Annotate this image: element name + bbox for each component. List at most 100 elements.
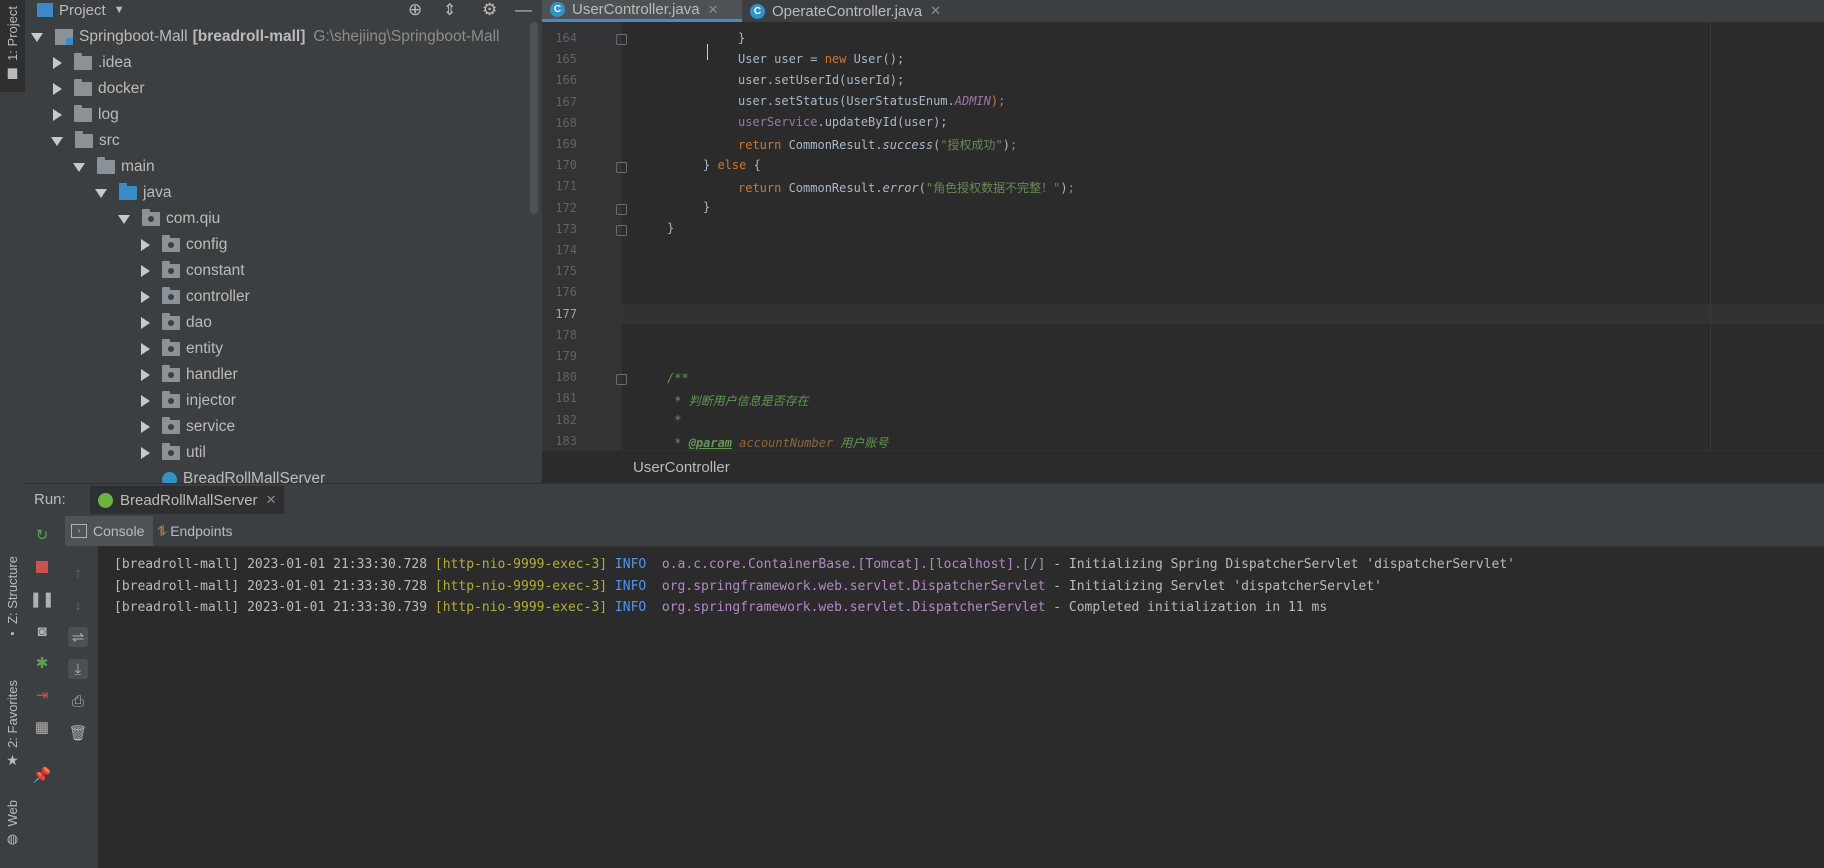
layout-icon[interactable]: ▦ (32, 717, 52, 737)
project-panel-header: Project ▼ ⊕ ⇕ ⚙ — (25, 0, 542, 20)
tree-item[interactable]: main (73, 154, 155, 180)
code-comment: * 判断用户信息是否存在 (667, 394, 809, 408)
log-level: INFO (614, 557, 647, 572)
arrow-up-icon[interactable]: ↑ (68, 563, 88, 583)
hide-icon[interactable]: — (515, 0, 532, 20)
print-icon[interactable]: ⎙ (68, 691, 88, 711)
code-text: } (667, 221, 675, 235)
left-tool-strip: 1: Project ▆ Z: Structure ▪ 2: Favorites… (0, 0, 26, 868)
tree-item[interactable]: handler (141, 362, 238, 388)
fold-marker-icon[interactable] (616, 34, 627, 45)
structure-tool-tab[interactable]: Z: Structure ▪ (0, 556, 25, 656)
tree-item[interactable]: log (53, 102, 119, 128)
fold-marker-icon[interactable] (616, 204, 627, 215)
expand-arrow-icon[interactable] (73, 162, 85, 172)
fold-marker-icon[interactable] (616, 225, 627, 236)
locate-icon[interactable]: ⊕ (408, 0, 422, 20)
log-message: - Initializing Spring DispatcherServlet … (1053, 557, 1516, 572)
tree-item[interactable]: .idea (53, 50, 132, 76)
tree-item[interactable]: docker (53, 76, 145, 102)
debug-icon[interactable]: ✱ (32, 653, 52, 673)
package-icon (162, 443, 180, 460)
project-tool-tab[interactable]: 1: Project ▆ (0, 0, 25, 92)
tree-item[interactable]: constant (141, 258, 245, 284)
log-app: [breadroll-mall] (114, 579, 240, 594)
module-path: G:\shejiing\Springboot-Mall (313, 28, 500, 45)
camera-icon[interactable]: ◙ (32, 621, 52, 641)
console-output[interactable] (98, 547, 1824, 868)
expand-arrow-icon[interactable] (53, 83, 62, 95)
expand-arrow-icon[interactable] (141, 421, 150, 433)
expand-arrow-icon[interactable] (51, 136, 63, 146)
code-line: } (667, 221, 674, 235)
chevron-down-icon[interactable]: ▼ (114, 4, 125, 16)
code-string: "角色授权数据不完整！" (925, 181, 1061, 195)
web-tool-tab[interactable]: Web ◍ (0, 800, 25, 860)
tree-item-label: .idea (98, 54, 132, 71)
expand-arrow-icon[interactable] (118, 214, 130, 224)
code-text: { (746, 158, 761, 172)
tree-item[interactable]: util (141, 440, 206, 466)
package-icon (162, 391, 180, 408)
code-method: error (882, 181, 919, 195)
tab-operatecontroller[interactable]: C OperateController.java ✕ (742, 0, 968, 22)
trash-icon[interactable]: 🗑 (68, 723, 88, 743)
favorites-tool-tab[interactable]: 2: Favorites ★ (0, 680, 25, 780)
log-level: INFO (614, 579, 647, 594)
tree-item-root[interactable]: Springboot-Mall [breadroll-mall] G:\shej… (31, 24, 499, 50)
line-number: 169 (555, 137, 577, 151)
tab-console[interactable]: › Console (65, 516, 153, 546)
pin-icon[interactable]: 📌 (32, 765, 52, 785)
expand-arrow-icon[interactable] (141, 291, 150, 303)
scroll-to-end-icon[interactable]: ⤓ (68, 659, 88, 679)
rerun-icon[interactable]: ↻ (32, 525, 52, 545)
pause-icon[interactable]: ❚❚ (29, 589, 54, 609)
tree-item[interactable]: BreadRollMallServer (162, 466, 325, 483)
tree-item[interactable]: injector (141, 388, 236, 414)
collapse-all-icon[interactable]: ⇕ (443, 0, 456, 20)
expand-arrow-icon[interactable] (31, 32, 43, 42)
run-config-tab[interactable]: BreadRollMallServer ✕ (90, 486, 285, 514)
tree-item[interactable]: config (141, 232, 227, 258)
code-editor[interactable] (542, 22, 1824, 450)
tree-item[interactable]: service (141, 414, 235, 440)
tree-item[interactable]: dao (141, 310, 212, 336)
log-logger: o.a.c.core.ContainerBase.[Tomcat].[local… (661, 557, 1046, 572)
tab-endpoints[interactable]: ⥮ Endpoints (157, 516, 232, 546)
gear-icon[interactable]: ⚙ (482, 0, 497, 20)
project-view-selector[interactable]: Project (59, 2, 106, 19)
close-icon[interactable]: ✕ (708, 2, 719, 18)
folder-icon (97, 157, 115, 174)
tab-usercontroller[interactable]: C UserController.java ✕ (542, 0, 742, 22)
soft-wrap-icon[interactable]: ⇌ (68, 627, 88, 647)
expand-arrow-icon[interactable] (141, 239, 150, 251)
tree-item[interactable]: java (95, 180, 171, 206)
fold-marker-icon[interactable] (616, 374, 627, 385)
expand-arrow-icon[interactable] (53, 109, 62, 121)
expand-arrow-icon[interactable] (53, 57, 62, 69)
code-line: user.setUserId(userId); (738, 73, 904, 87)
close-icon[interactable]: ✕ (930, 3, 941, 19)
tree-scrollbar[interactable] (530, 22, 538, 214)
expand-arrow-icon[interactable] (141, 447, 150, 459)
expand-arrow-icon[interactable] (141, 343, 150, 355)
tree-item[interactable]: entity (141, 336, 223, 362)
expand-arrow-icon[interactable] (141, 317, 150, 329)
expand-arrow-icon[interactable] (95, 188, 107, 198)
source-folder-icon (119, 183, 137, 200)
close-icon[interactable]: ✕ (266, 492, 277, 508)
tree-item[interactable]: com.qiu (118, 206, 220, 232)
stop-icon[interactable] (32, 557, 52, 577)
arrow-down-icon[interactable]: ↓ (68, 595, 88, 615)
tree-item[interactable]: controller (141, 284, 250, 310)
expand-arrow-icon[interactable] (141, 395, 150, 407)
expand-arrow-icon[interactable] (141, 265, 150, 277)
expand-arrow-icon[interactable] (141, 369, 150, 381)
breadcrumb-item[interactable]: UserController (633, 459, 730, 476)
project-view-icon (37, 3, 53, 17)
tree-item[interactable]: src (51, 128, 120, 154)
fold-marker-icon[interactable] (616, 162, 627, 173)
spring-class-icon (162, 471, 177, 483)
exit-icon[interactable]: ⇥ (32, 685, 52, 705)
tree-item-label: log (98, 106, 119, 123)
